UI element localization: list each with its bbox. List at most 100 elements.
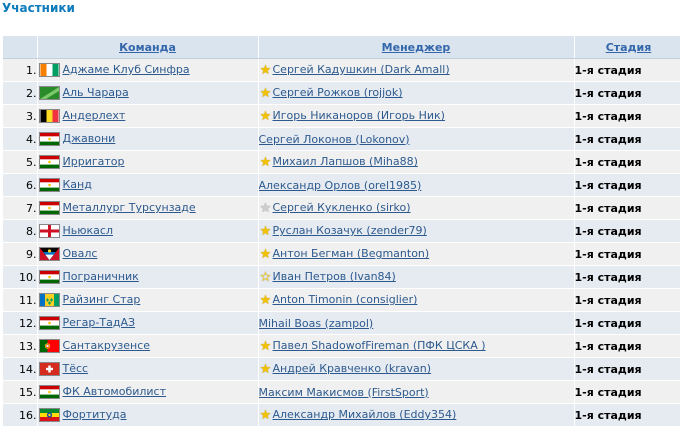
- team-cell: Металлург Турсунзаде: [37, 196, 259, 220]
- table-row: 8. Ньюкасл ★Руслан Козачук (zender79) 1-я с…: [3, 219, 680, 243]
- team-flag-icon: [38, 155, 60, 169]
- team-link[interactable]: Ньюкасл: [63, 224, 113, 237]
- table-row: 10. Пограничник ✫ Иван Петров (Ivan84) 1-я с…: [3, 265, 680, 289]
- manager-cell: ★Сергей Рожков (rojjok): [258, 81, 575, 105]
- team-flag-icon: [38, 316, 60, 330]
- row-number: 9.: [3, 242, 38, 266]
- stage-cell: 1-я стадия: [574, 357, 680, 381]
- team-link[interactable]: Райзинг Стар: [63, 293, 141, 306]
- stage-cell: 1-я стадия: [574, 196, 680, 220]
- star-icon: ★: [259, 246, 272, 262]
- stage-cell: 1-я стадия: [574, 219, 680, 243]
- column-header-number: [3, 36, 38, 59]
- manager-cell: ★Антон Бегман (Begmanton): [258, 242, 575, 266]
- row-number: 12.: [3, 311, 38, 335]
- manager-link[interactable]: Mihail Boas (zampol): [259, 317, 374, 330]
- manager-cell: ★Сергей Кукленко (sirko): [258, 196, 575, 220]
- star-icon: ★: [259, 62, 272, 78]
- team-link[interactable]: Фортитуда: [63, 408, 127, 421]
- manager-cell: ★Михаил Лапшов (Miha88): [258, 150, 575, 174]
- team-cell: Ньюкасл: [37, 219, 259, 243]
- column-header-stage[interactable]: Стадия: [574, 36, 680, 59]
- column-header-team[interactable]: Команда: [37, 36, 259, 59]
- manager-cell: ★Руслан Козачук (zender79): [258, 219, 575, 243]
- manager-link[interactable]: Сергей Локонов (Lokonov): [259, 133, 410, 146]
- manager-link[interactable]: Андрей Кравченко (kravan): [273, 362, 432, 375]
- manager-link[interactable]: Сергей Рожков (rojjok): [273, 86, 403, 99]
- table-row: 6. Канд Александр Орлов (orel1985) 1-я стад…: [3, 173, 680, 197]
- manager-link[interactable]: Anton Timonin (consiglier): [273, 293, 418, 306]
- row-number: 4.: [3, 127, 38, 151]
- team-link[interactable]: Андерлехт: [63, 109, 126, 122]
- star-icon: ★: [259, 85, 272, 101]
- table-row: 5. Ирригатор ★Михаил Лапшов (Miha88) 1-я ст…: [3, 150, 680, 174]
- row-number: 6.: [3, 173, 38, 197]
- manager-cell: Максим Макисмов (FirstSport): [258, 380, 575, 404]
- team-cell: Сантакрузенсе: [37, 334, 259, 358]
- team-link[interactable]: Сантакрузенсе: [63, 339, 151, 352]
- team-flag-icon: [38, 178, 60, 192]
- manager-link[interactable]: Сергей Кукленко (sirko): [273, 201, 411, 214]
- team-cell: Фортитуда: [37, 403, 259, 427]
- team-link[interactable]: ФК Автомобилист: [63, 385, 167, 398]
- star-icon: ★: [259, 154, 272, 170]
- team-link[interactable]: Аджаме Клуб Синфра: [63, 63, 190, 76]
- team-link[interactable]: Регар-ТадАЗ: [63, 316, 136, 329]
- row-number: 13.: [3, 334, 38, 358]
- grey-star-icon: ★: [259, 200, 272, 216]
- team-link[interactable]: Овалс: [63, 247, 98, 260]
- team-flag-icon: [38, 385, 60, 399]
- team-cell: Аль Чарара: [37, 81, 259, 105]
- team-cell: Канд: [37, 173, 259, 197]
- team-link[interactable]: Ирригатор: [63, 155, 125, 168]
- manager-link[interactable]: Павел ShadowofFireman (ПФК ЦСКА ): [273, 339, 486, 352]
- page-title: Участники: [2, 1, 75, 15]
- team-link[interactable]: Джавони: [63, 132, 116, 145]
- column-header-manager[interactable]: Менеджер: [258, 36, 575, 59]
- manager-link[interactable]: Руслан Козачук (zender79): [273, 224, 427, 237]
- row-number: 7.: [3, 196, 38, 220]
- table-row: 3. Андерлехт ★Игорь Никаноров (Игорь Ник) 1…: [3, 104, 680, 128]
- team-cell: Аджаме Клуб Синфра: [37, 58, 259, 82]
- manager-link[interactable]: Александр Орлов (orel1985): [259, 179, 422, 192]
- manager-link[interactable]: Александр Михайлов (Eddy354): [273, 408, 457, 421]
- manager-link[interactable]: Иван Петров (Ivan84): [273, 270, 396, 283]
- team-cell: Андерлехт: [37, 104, 259, 128]
- stage-cell: 1-я стадия: [574, 334, 680, 358]
- team-link[interactable]: Металлург Турсунзаде: [63, 201, 196, 214]
- team-flag-icon: [38, 362, 60, 376]
- table-row: 2. Аль Чарара ★Сергей Рожков (rojjok) 1-я с…: [3, 81, 680, 105]
- team-link[interactable]: Канд: [63, 178, 92, 191]
- team-flag-icon: [38, 293, 60, 307]
- row-number: 10.: [3, 265, 38, 289]
- manager-cell: ★Игорь Никаноров (Игорь Ник): [258, 104, 575, 128]
- table-row: 1. Аджаме Клуб Синфра ★Сергей Кадушкин (Da…: [3, 58, 680, 82]
- team-cell: Пограничник: [37, 265, 259, 289]
- stage-cell: 1-я стадия: [574, 380, 680, 404]
- manager-cell: Mihail Boas (zampol): [258, 311, 575, 335]
- table-row: 12. Регар-ТадАЗ Mihail Boas (zampol) 1-я ст…: [3, 311, 680, 335]
- team-flag-icon: [38, 339, 60, 353]
- table-row: 13. Сантакрузенсе ★Павел ShadowofFireman (…: [3, 334, 680, 358]
- manager-link[interactable]: Михаил Лапшов (Miha88): [273, 155, 418, 168]
- stage-cell: 1-я стадия: [574, 173, 680, 197]
- manager-link[interactable]: Сергей Кадушкин (Dark Amall): [273, 63, 450, 76]
- team-flag-icon: [38, 270, 60, 284]
- team-flag-icon: [38, 408, 60, 422]
- team-flag-icon: [38, 63, 60, 77]
- row-number: 1.: [3, 58, 38, 82]
- manager-cell: Александр Орлов (orel1985): [258, 173, 575, 197]
- manager-link[interactable]: Игорь Никаноров (Игорь Ник): [273, 109, 445, 122]
- manager-cell: ✫ Иван Петров (Ivan84): [258, 265, 575, 289]
- star-icon: ★: [259, 407, 272, 423]
- table-row: 4. Джавони Сергей Локонов (Lokonov) 1-я ста…: [3, 127, 680, 151]
- manager-link[interactable]: Антон Бегман (Begmanton): [273, 247, 430, 260]
- row-number: 16.: [3, 403, 38, 427]
- star-icon: ★: [259, 361, 272, 377]
- team-cell: Райзинг Стар: [37, 288, 259, 312]
- row-number: 15.: [3, 380, 38, 404]
- manager-link[interactable]: Максим Макисмов (FirstSport): [259, 386, 429, 399]
- team-link[interactable]: Пограничник: [63, 270, 139, 283]
- team-link[interactable]: Тёсс: [63, 362, 89, 375]
- team-link[interactable]: Аль Чарара: [63, 86, 129, 99]
